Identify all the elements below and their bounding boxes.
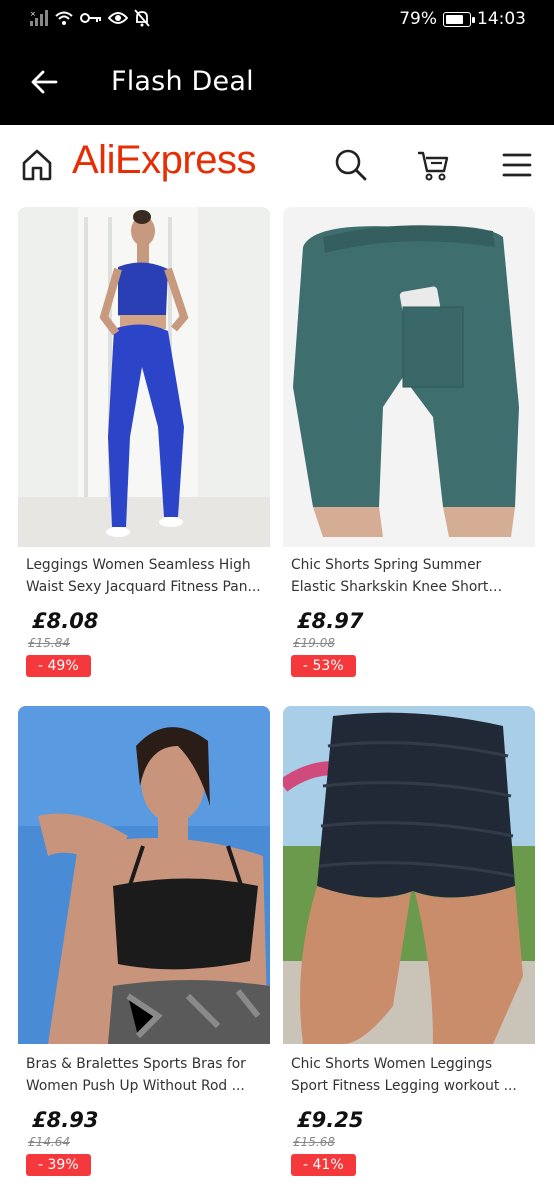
product-card[interactable]: Chic Shorts Women Leggings Sport Fitness… [283, 706, 535, 1196]
search-button[interactable] [331, 145, 371, 185]
status-bar: × 79% 14:03 [0, 0, 554, 40]
product-title[interactable]: Chic Shorts Women Leggings Sport Fitness… [283, 1054, 535, 1097]
product-card[interactable]: Leggings Women Seamless High Waist Sexy … [18, 207, 270, 697]
product-card[interactable]: Bras & Bralettes Sports Bras for Women P… [18, 706, 270, 1196]
page-title: Flash Deal [111, 66, 254, 97]
cart-button[interactable] [413, 145, 453, 185]
status-icons-left: × [30, 9, 150, 27]
menu-button[interactable] [497, 145, 537, 185]
original-price: £15.84 [28, 636, 70, 650]
home-icon [22, 149, 52, 181]
title-bar: Flash Deal [0, 40, 554, 125]
home-button[interactable] [18, 145, 56, 185]
wifi-icon [54, 10, 74, 26]
product-title[interactable]: Chic Shorts Spring Summer Elastic Sharks… [283, 555, 535, 598]
discount-badge: - 41% [291, 1154, 356, 1176]
key-icon [80, 11, 102, 25]
discount-badge: - 49% [26, 655, 91, 677]
product-price: £9.25 [297, 1108, 364, 1132]
product-image[interactable] [283, 706, 535, 1046]
back-button[interactable] [26, 64, 62, 100]
original-price: £14.64 [28, 1135, 70, 1149]
signal-icon: × [30, 10, 48, 26]
aliexpress-logo[interactable]: AliExpress [72, 138, 256, 183]
product-title[interactable]: Leggings Women Seamless High Waist Sexy … [18, 555, 270, 598]
cart-icon [418, 151, 449, 181]
product-image[interactable] [18, 706, 270, 1046]
original-price: £15.68 [293, 1135, 335, 1149]
battery-percent: 79% [399, 9, 437, 29]
bell-off-icon [134, 9, 150, 27]
store-header: AliExpress [0, 125, 554, 205]
menu-icon [502, 153, 532, 177]
eye-icon [108, 11, 128, 25]
product-image[interactable] [18, 207, 270, 547]
discount-badge: - 39% [26, 1154, 91, 1176]
product-title[interactable]: Bras & Bralettes Sports Bras for Women P… [18, 1054, 270, 1097]
search-icon [335, 149, 367, 181]
status-icons-right: 79% 14:03 [399, 9, 526, 29]
battery-level [446, 14, 463, 24]
product-price: £8.93 [32, 1108, 99, 1132]
product-card[interactable]: Chic Shorts Spring Summer Elastic Sharks… [283, 207, 535, 697]
product-price: £8.08 [32, 609, 99, 633]
back-arrow-icon [31, 70, 58, 94]
svg-text:×: × [30, 10, 36, 18]
original-price: £19.08 [293, 636, 335, 650]
battery-icon [443, 11, 475, 27]
product-price: £8.97 [297, 609, 364, 633]
discount-badge: - 53% [291, 655, 356, 677]
clock: 14:03 [477, 9, 526, 29]
product-image[interactable] [283, 207, 535, 547]
